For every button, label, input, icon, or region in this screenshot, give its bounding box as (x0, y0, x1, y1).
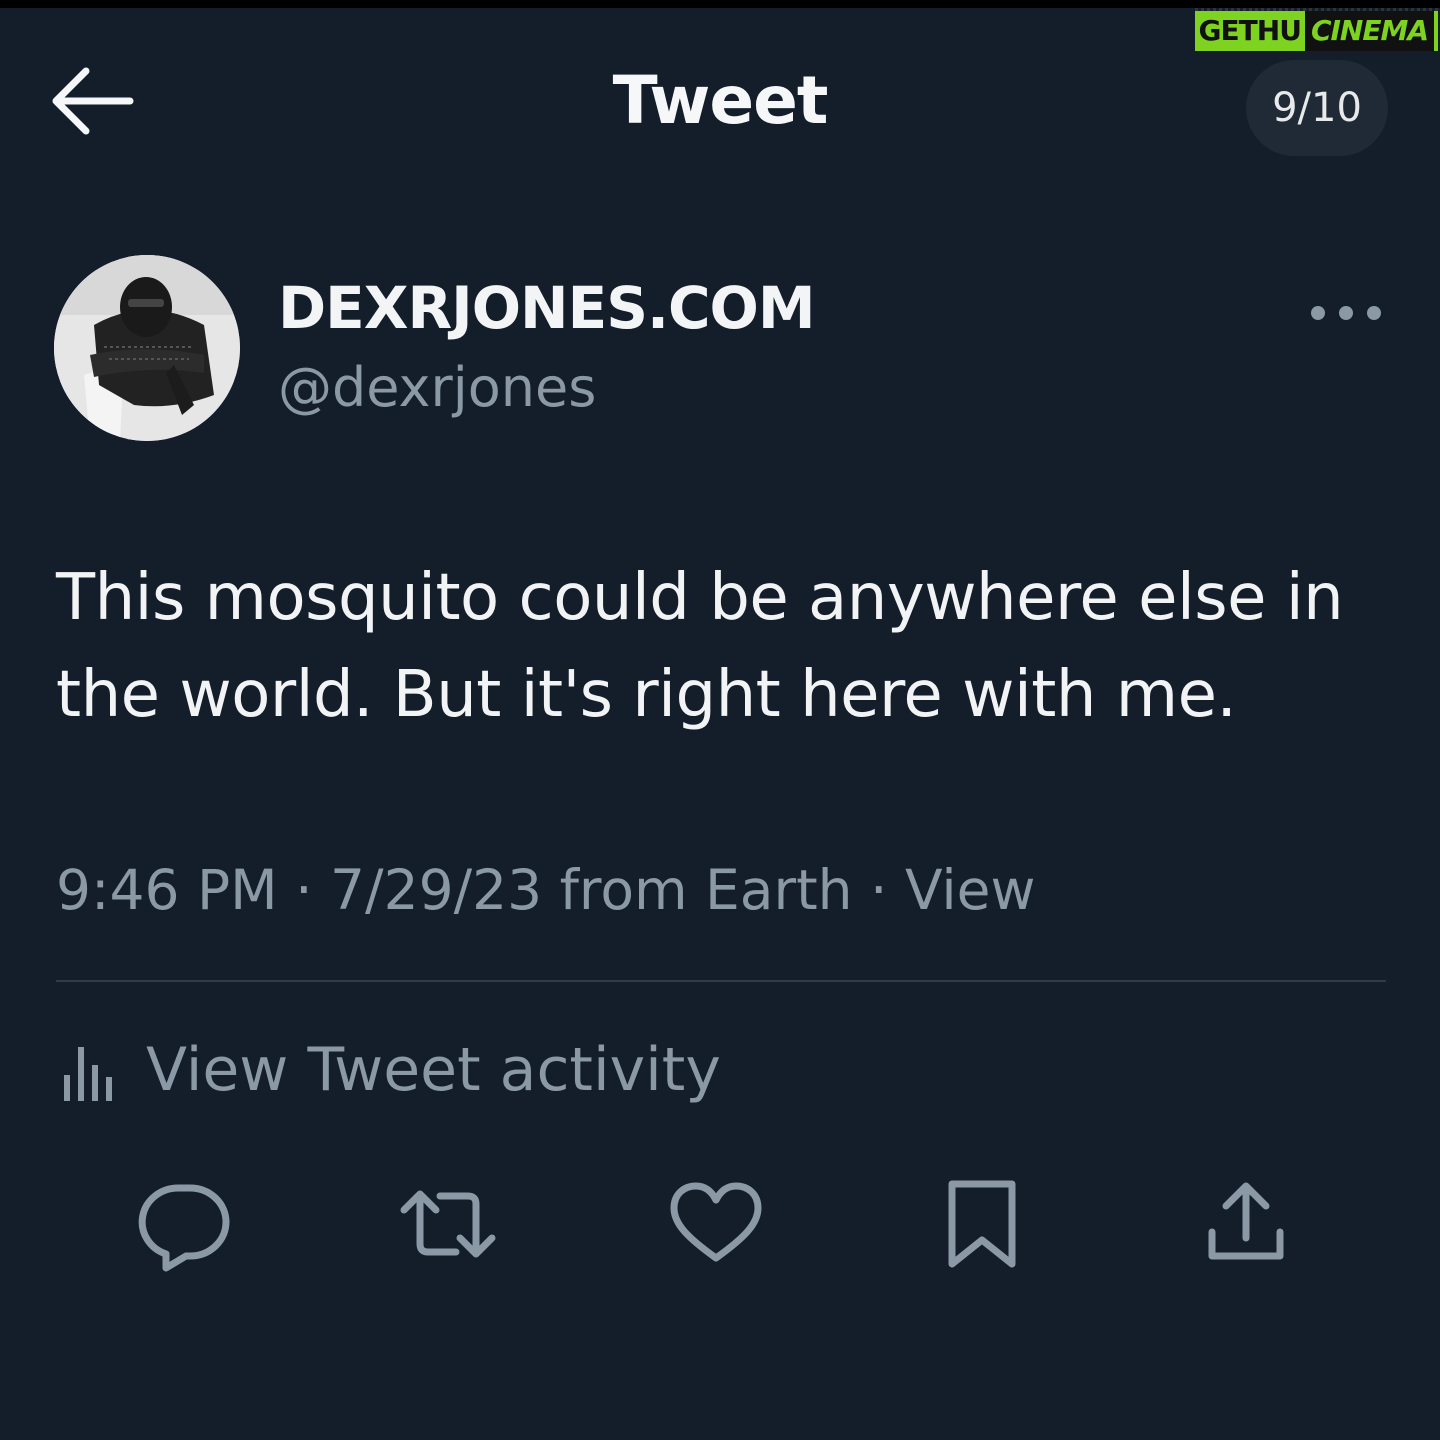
page-indicator: 9/10 (1246, 60, 1388, 156)
watermark-text-part1: GETHU (1194, 11, 1305, 51)
bar-chart-icon (64, 1047, 112, 1101)
top-border (0, 0, 1440, 8)
page-title: Tweet (612, 62, 829, 139)
avatar[interactable] (54, 255, 240, 441)
tweet-timestamp[interactable]: 9:46 PM · 7/29/23 from Earth · View (56, 858, 1036, 922)
author-display-name[interactable]: DEXRJONES.COM (278, 274, 816, 342)
watermark-text-part2: CINEMA (1304, 11, 1434, 51)
share-icon (1208, 1182, 1284, 1260)
tweet-detail-screen: GETHU CINEMA Tweet 9/10 DEXRJONES.COM @d (0, 0, 1440, 1440)
heart-icon (670, 1182, 762, 1262)
divider (56, 980, 1386, 982)
watermark-logo: GETHU CINEMA (1194, 8, 1438, 51)
watermark-text-part2-wrap: CINEMA (1304, 11, 1438, 51)
bookmark-button[interactable] (934, 1176, 1030, 1272)
reply-button[interactable] (136, 1176, 232, 1272)
share-button[interactable] (1198, 1176, 1294, 1272)
view-tweet-activity-label: View Tweet activity (146, 1035, 721, 1105)
reply-icon (138, 1184, 230, 1272)
retweet-button[interactable] (400, 1176, 496, 1272)
view-tweet-activity-button[interactable]: View Tweet activity (60, 1030, 721, 1110)
tweet-text: This mosquito could be anywhere else in … (56, 561, 1344, 732)
bookmark-icon (948, 1180, 1016, 1268)
like-button[interactable] (668, 1176, 764, 1272)
more-horizontal-icon (1311, 306, 1381, 320)
author-handle[interactable]: @dexrjones (278, 356, 596, 419)
avatar-photo (54, 255, 240, 441)
retweet-icon (400, 1190, 496, 1258)
more-options-button[interactable] (1306, 296, 1386, 330)
